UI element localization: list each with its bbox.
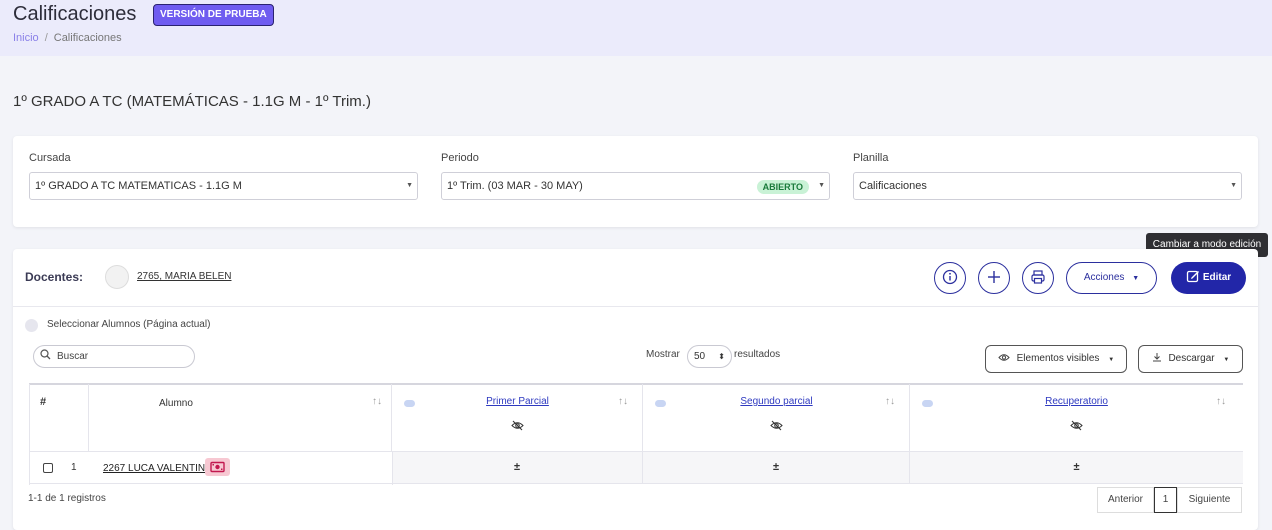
acciones-dropdown[interactable]: Acciones ▼: [1066, 262, 1157, 294]
periodo-filter: Periodo 1º Trim. (03 MAR - 30 MAY) ABIER…: [441, 152, 830, 200]
cursada-value: 1º GRADO A TC MATEMATICAS - 1.1G M: [35, 180, 242, 192]
planilla-value: Calificaciones: [859, 180, 927, 192]
caret-down-icon: ▼: [1223, 357, 1230, 363]
page-header: Calificaciones VERSIÓN DE PRUEBA Inicio /…: [0, 0, 1272, 56]
column-recuperatorio-link[interactable]: Recuperatorio: [910, 396, 1243, 407]
avatar: [105, 265, 129, 289]
visible-elements-label: Elementos visibles: [1016, 353, 1100, 364]
prev-page-button[interactable]: Anterior: [1097, 487, 1154, 513]
planilla-filter: Planilla Calificaciones ▼: [853, 152, 1242, 200]
chevron-down-icon: ▼: [406, 182, 413, 189]
sort-icon[interactable]: ↑↓: [885, 396, 895, 407]
printer-icon: [1031, 270, 1045, 284]
acciones-label: Acciones: [1083, 272, 1125, 283]
edit-icon: [1186, 270, 1199, 283]
teacher-link[interactable]: 2765, MARIA BELEN: [137, 271, 232, 282]
column-segundo-parcial-link[interactable]: Segundo parcial: [643, 396, 910, 407]
page-size-select[interactable]: 50 ⬍: [687, 345, 732, 368]
grade-cell-primer-parcial[interactable]: ±: [392, 452, 643, 483]
row-border: [29, 451, 30, 485]
download-icon: [1152, 353, 1165, 364]
eye-off-icon[interactable]: [770, 420, 783, 434]
cursada-filter: Cursada 1º GRADO A TC MATEMATICAS - 1.1G…: [29, 152, 418, 200]
row-border: [392, 451, 393, 485]
print-button[interactable]: [1022, 262, 1054, 294]
column-number-label: #: [40, 396, 47, 408]
download-button[interactable]: Descargar ▼: [1138, 345, 1243, 373]
divider: [13, 306, 1258, 307]
records-count: 1-1 de 1 registros: [28, 493, 106, 504]
add-button[interactable]: [978, 262, 1010, 294]
sort-icon[interactable]: ↑↓: [372, 396, 382, 407]
caret-down-icon: ▼: [1132, 275, 1140, 282]
search-icon: [40, 349, 51, 363]
page-size-value: 50: [694, 351, 706, 362]
select-all-checkbox[interactable]: [25, 319, 38, 332]
grades-panel: Docentes: 2765, MARIA BELEN Acciones ▼ E…: [13, 249, 1258, 530]
planilla-label: Planilla: [853, 152, 889, 164]
planilla-select[interactable]: Calificaciones ▼: [853, 172, 1242, 200]
select-all-label: Seleccionar Alumnos (Página actual): [47, 319, 211, 330]
column-header-number: #: [29, 384, 89, 451]
info-icon: [942, 269, 958, 285]
grade-cell-recuperatorio[interactable]: ±: [910, 452, 1243, 483]
eye-off-icon[interactable]: [511, 420, 524, 434]
download-label: Descargar: [1168, 353, 1215, 364]
student-link[interactable]: 2267 LUCA VALENTIN: [103, 463, 205, 474]
student-flag-icon: [205, 458, 230, 476]
cursada-select[interactable]: 1º GRADO A TC MATEMATICAS - 1.1G M ▼: [29, 172, 418, 200]
column-header-recuperatorio: Recuperatorio ↑↓: [910, 384, 1243, 451]
edit-label: Editar: [1202, 272, 1232, 283]
plus-icon: [988, 271, 1000, 283]
docentes-label: Docentes:: [25, 270, 84, 284]
column-primer-parcial-link[interactable]: Primer Parcial: [392, 396, 643, 407]
caret-down-icon: ▼: [1108, 357, 1115, 363]
row-number: 1: [71, 462, 77, 473]
next-page-button[interactable]: Siguiente: [1177, 487, 1242, 513]
chevron-down-icon: ▼: [1230, 182, 1237, 189]
trial-version-badge: VERSIÓN DE PRUEBA: [153, 4, 274, 26]
results-label: resultados: [734, 349, 781, 360]
periodo-select[interactable]: 1º Trim. (03 MAR - 30 MAY) ABIERTO ▼: [441, 172, 830, 200]
column-header-segundo-parcial: Segundo parcial ↑↓: [643, 384, 910, 451]
page-title: Calificaciones: [13, 3, 137, 25]
breadcrumb-current: Calificaciones: [53, 32, 122, 44]
cursada-label: Cursada: [29, 152, 71, 164]
periodo-label: Periodo: [441, 152, 479, 164]
grade-cell-segundo-parcial[interactable]: ±: [643, 452, 910, 483]
breadcrumb: Inicio / Calificaciones: [13, 32, 122, 44]
visible-elements-button[interactable]: Elementos visibles ▼: [985, 345, 1127, 373]
page-1-button[interactable]: 1: [1154, 487, 1177, 513]
eye-icon: [998, 353, 1013, 364]
filters-panel: Cursada 1º GRADO A TC MATEMATICAS - 1.1G…: [13, 136, 1258, 227]
breadcrumb-separator: /: [44, 32, 48, 44]
eye-off-icon[interactable]: [1070, 420, 1083, 434]
column-header-alumno[interactable]: Alumno ↑↓: [89, 384, 392, 451]
info-button[interactable]: [934, 262, 966, 294]
sort-icon[interactable]: ↑↓: [1216, 396, 1226, 407]
chevron-down-icon: ▼: [818, 182, 825, 189]
column-alumno-label: Alumno: [159, 398, 193, 409]
edit-button[interactable]: Editar: [1171, 262, 1246, 294]
table-row: 1 2267 LUCA VALENTIN ± ± ±: [29, 451, 1243, 484]
column-header-primer-parcial: Primer Parcial ↑↓: [392, 384, 643, 451]
periodo-value: 1º Trim. (03 MAR - 30 MAY): [447, 180, 583, 192]
search-placeholder: Buscar: [57, 351, 89, 362]
subject-title: 1º GRADO A TC (MATEMÁTICAS - 1.1G M - 1º…: [13, 93, 371, 110]
updown-icon: ⬍: [718, 352, 725, 361]
show-label: Mostrar: [646, 349, 680, 360]
breadcrumb-home-link[interactable]: Inicio: [13, 32, 39, 44]
search-input[interactable]: Buscar: [33, 345, 195, 368]
sort-icon[interactable]: ↑↓: [618, 396, 628, 407]
period-status-badge: ABIERTO: [756, 180, 809, 194]
row-checkbox[interactable]: [43, 463, 53, 473]
